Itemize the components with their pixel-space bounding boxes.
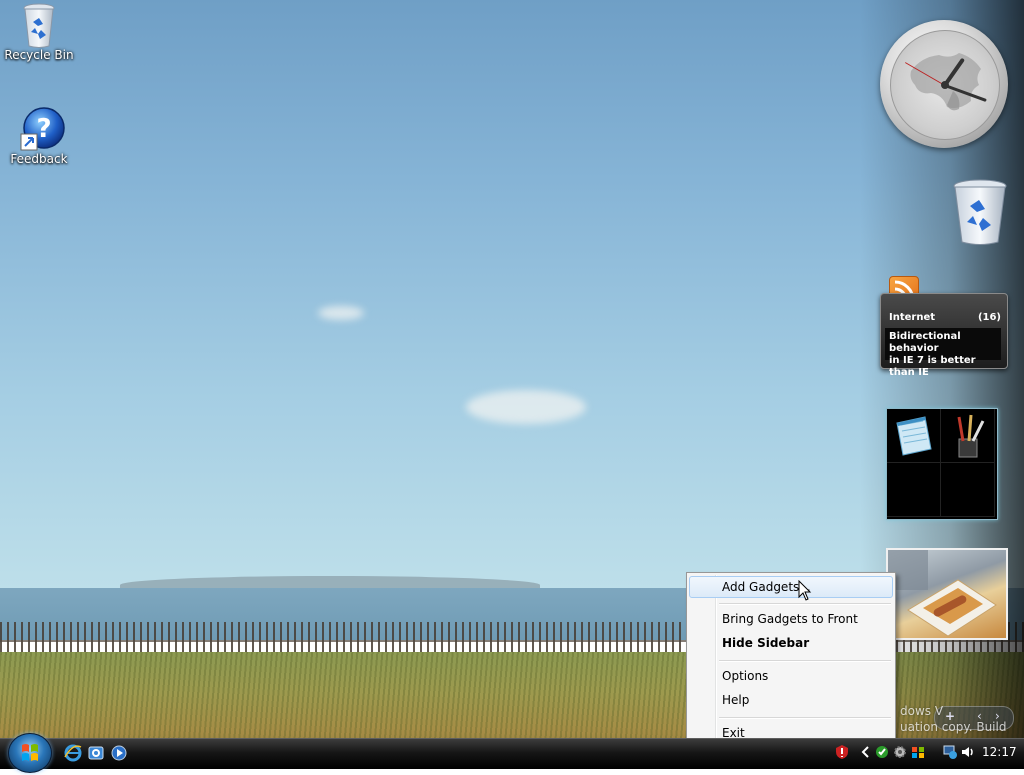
launcher-empty-slot[interactable] <box>887 463 941 517</box>
clock-center-pin <box>941 81 949 89</box>
windows-logo-icon <box>22 744 38 761</box>
clock-face <box>890 30 1000 140</box>
feed-source: Internet <box>889 312 936 323</box>
feed-headline-line: Bidirectional behavior <box>889 331 961 354</box>
gear-icon[interactable] <box>892 744 908 760</box>
slideshow-photo <box>888 550 997 637</box>
menu-item-bring-gadgets-to-front[interactable]: Bring Gadgets to Front <box>689 608 893 630</box>
menu-item-help[interactable]: Help <box>689 689 893 711</box>
menu-item-hide-sidebar[interactable]: Hide Sidebar <box>689 632 893 654</box>
network-icon[interactable] <box>942 744 958 760</box>
desktop-icon-label: Feedback <box>10 152 68 166</box>
wallpaper-cloud <box>466 390 586 424</box>
chevron-left-icon[interactable] <box>858 744 874 760</box>
recycle-bin-icon <box>953 179 1007 245</box>
help-feedback-icon: ? <box>19 106 65 151</box>
menu-item-add-gadgets[interactable]: Add Gadgets... <box>689 576 893 598</box>
feed-headline-line: in IE 7 is better than IE <box>889 355 976 378</box>
windows-update-icon[interactable] <box>910 744 926 760</box>
notepad-shortcut[interactable] <box>887 409 941 463</box>
check-status-icon[interactable] <box>874 744 890 760</box>
svg-text:?: ? <box>36 114 51 144</box>
clock-gadget[interactable] <box>880 20 1008 148</box>
feed-headline[interactable]: Bidirectional behavior in IE 7 is better… <box>885 328 1001 378</box>
sidebar-context-menu: Add Gadgets... Bring Gadgets to Front Hi… <box>686 572 896 746</box>
launcher-empty-slot[interactable] <box>941 463 995 517</box>
menu-separator <box>719 660 891 662</box>
mouse-cursor-icon <box>798 580 812 601</box>
security-alert-icon[interactable] <box>834 744 850 760</box>
app-launcher-gadget[interactable] <box>886 408 998 520</box>
desktop-icon-label: Recycle Bin <box>4 48 74 62</box>
taskbar-clock[interactable]: 12:17 <box>982 745 1017 759</box>
menu-separator <box>719 603 891 605</box>
show-desktop-icon[interactable] <box>87 744 105 762</box>
desktop-icon-feedback[interactable]: ? Feedback <box>1 106 77 166</box>
feed-header: Internet (16) <box>889 312 1001 323</box>
windows-watermark: dows V uation copy. Build <box>900 703 1006 735</box>
watermark-line: uation copy. Build <box>900 720 1007 734</box>
watermark-line: dows V <box>900 704 944 718</box>
internet-explorer-icon[interactable] <box>64 744 82 762</box>
recycle-bin-icon <box>19 2 59 48</box>
feed-count: (16) <box>977 312 1001 323</box>
desktop-icon-recycle-bin[interactable]: Recycle Bin <box>1 2 77 62</box>
slideshow-gadget[interactable] <box>886 548 1008 640</box>
start-button[interactable] <box>8 733 52 773</box>
paint-brushes-icon <box>957 414 985 458</box>
media-player-icon[interactable] <box>110 744 128 762</box>
menu-item-options[interactable]: Options <box>689 665 893 687</box>
notepad-icon <box>896 416 932 456</box>
paint-shortcut[interactable] <box>941 409 995 463</box>
feed-headlines-gadget[interactable]: Internet (16) Bidirectional behavior in … <box>880 293 1008 378</box>
recycle-bin-gadget[interactable] <box>950 178 1010 248</box>
wallpaper-cloud <box>318 306 364 320</box>
volume-icon[interactable] <box>960 744 976 760</box>
menu-separator <box>719 717 891 719</box>
